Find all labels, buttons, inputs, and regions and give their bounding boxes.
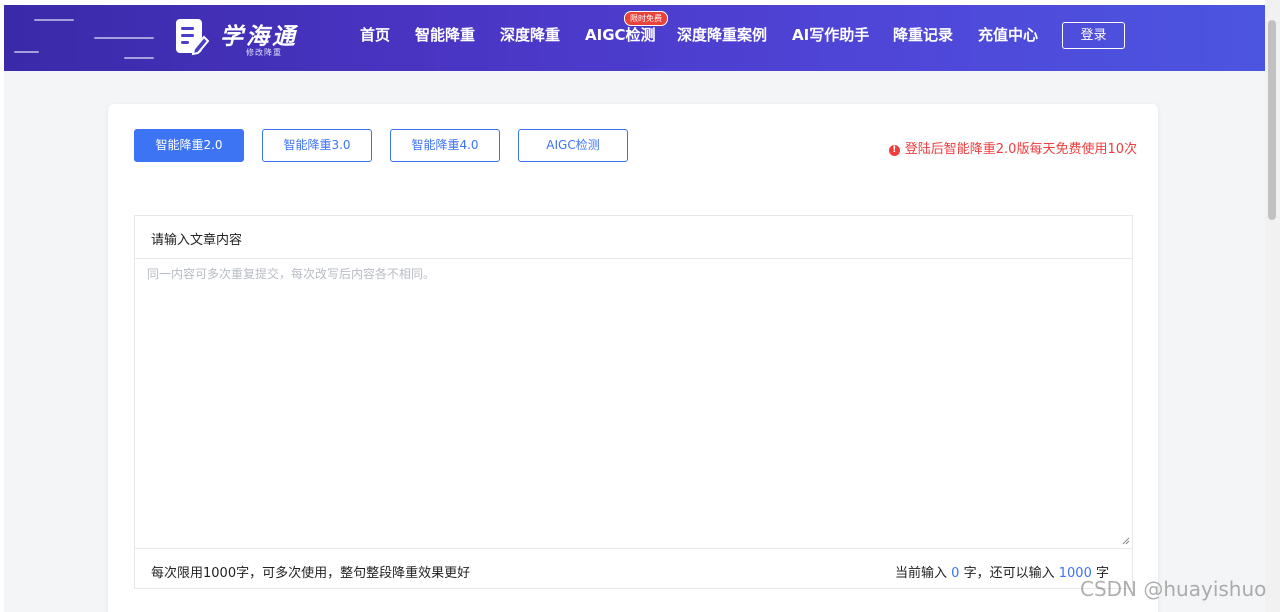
editor-header: 请输入文章内容 xyxy=(135,216,1132,259)
site-logo[interactable]: 学海通 修改降重 xyxy=(175,17,310,61)
article-editor: 请输入文章内容 每次限用1000字，可多次使用，整句整段降重效果更好 当前输入 … xyxy=(134,215,1133,589)
top-navigation-bar: 学海通 修改降重 首页 智能降重 深度降重 AIGC检测 限时免费 深度降重案例… xyxy=(4,5,1265,71)
resize-handle-icon[interactable] xyxy=(1122,537,1130,545)
rewrite-card: 智能降重2.0 智能降重3.0 智能降重4.0 AIGC检测 ! 登陆后智能降重2… xyxy=(108,104,1158,612)
editor-footer: 每次限用1000字，可多次使用，整句整段降重效果更好 当前输入 0 字，还可以输… xyxy=(135,548,1132,589)
usage-limit-text: 每次限用1000字，可多次使用，整句整段降重效果更好 xyxy=(151,566,471,581)
nav-recharge-center[interactable]: 充值中心 xyxy=(978,24,1038,45)
article-input[interactable] xyxy=(135,259,1132,548)
char-counter: 当前输入 0 字，还可以输入 1000 字 xyxy=(895,562,1109,581)
exclamation-icon: ! xyxy=(888,145,900,156)
nav-aigc-detect[interactable]: AIGC检测 xyxy=(585,24,656,45)
free-usage-notice: ! 登陆后智能降重2.0版每天免费使用10次 xyxy=(888,138,1137,157)
current-count: 0 xyxy=(951,566,960,581)
limited-free-badge: 限时免费 xyxy=(624,11,668,26)
logo-title: 学海通 xyxy=(220,24,298,50)
nav-deep-rewrite[interactable]: 深度降重 xyxy=(500,24,560,45)
decorative-streak xyxy=(34,19,74,21)
count-prefix: 当前输入 xyxy=(895,566,948,581)
login-button[interactable]: 登录 xyxy=(1062,22,1125,49)
nav-smart-rewrite[interactable]: 智能降重 xyxy=(415,24,475,45)
count-mid: 字，还可以输入 xyxy=(963,566,1055,581)
decorative-streak xyxy=(94,37,154,39)
nav-deep-rewrite-cases[interactable]: 深度降重案例 xyxy=(677,24,767,45)
tab-smart-rewrite-2[interactable]: 智能降重2.0 xyxy=(134,129,244,162)
scrollbar-thumb[interactable] xyxy=(1268,20,1276,220)
editor-title: 请输入文章内容 xyxy=(151,233,243,248)
decorative-streak xyxy=(14,51,39,53)
tab-smart-rewrite-4[interactable]: 智能降重4.0 xyxy=(390,129,500,162)
document-edit-icon xyxy=(176,19,209,56)
logo-subtitle: 修改降重 xyxy=(246,48,282,57)
decorative-streak xyxy=(124,57,154,59)
page-scrollbar[interactable] xyxy=(1265,0,1280,612)
page: 学海通 修改降重 首页 智能降重 深度降重 AIGC检测 限时免费 深度降重案例… xyxy=(4,5,1265,612)
nav-rewrite-history[interactable]: 降重记录 xyxy=(893,24,953,45)
nav-ai-writing-assistant[interactable]: AI写作助手 xyxy=(792,24,869,45)
watermark: CSDN @huayishuo xyxy=(1080,577,1267,601)
tab-smart-rewrite-3[interactable]: 智能降重3.0 xyxy=(262,129,372,162)
nav-home[interactable]: 首页 xyxy=(360,24,390,45)
tab-aigc-detect[interactable]: AIGC检测 xyxy=(518,129,628,162)
notice-text: 登陆后智能降重2.0版每天免费使用10次 xyxy=(904,142,1137,157)
